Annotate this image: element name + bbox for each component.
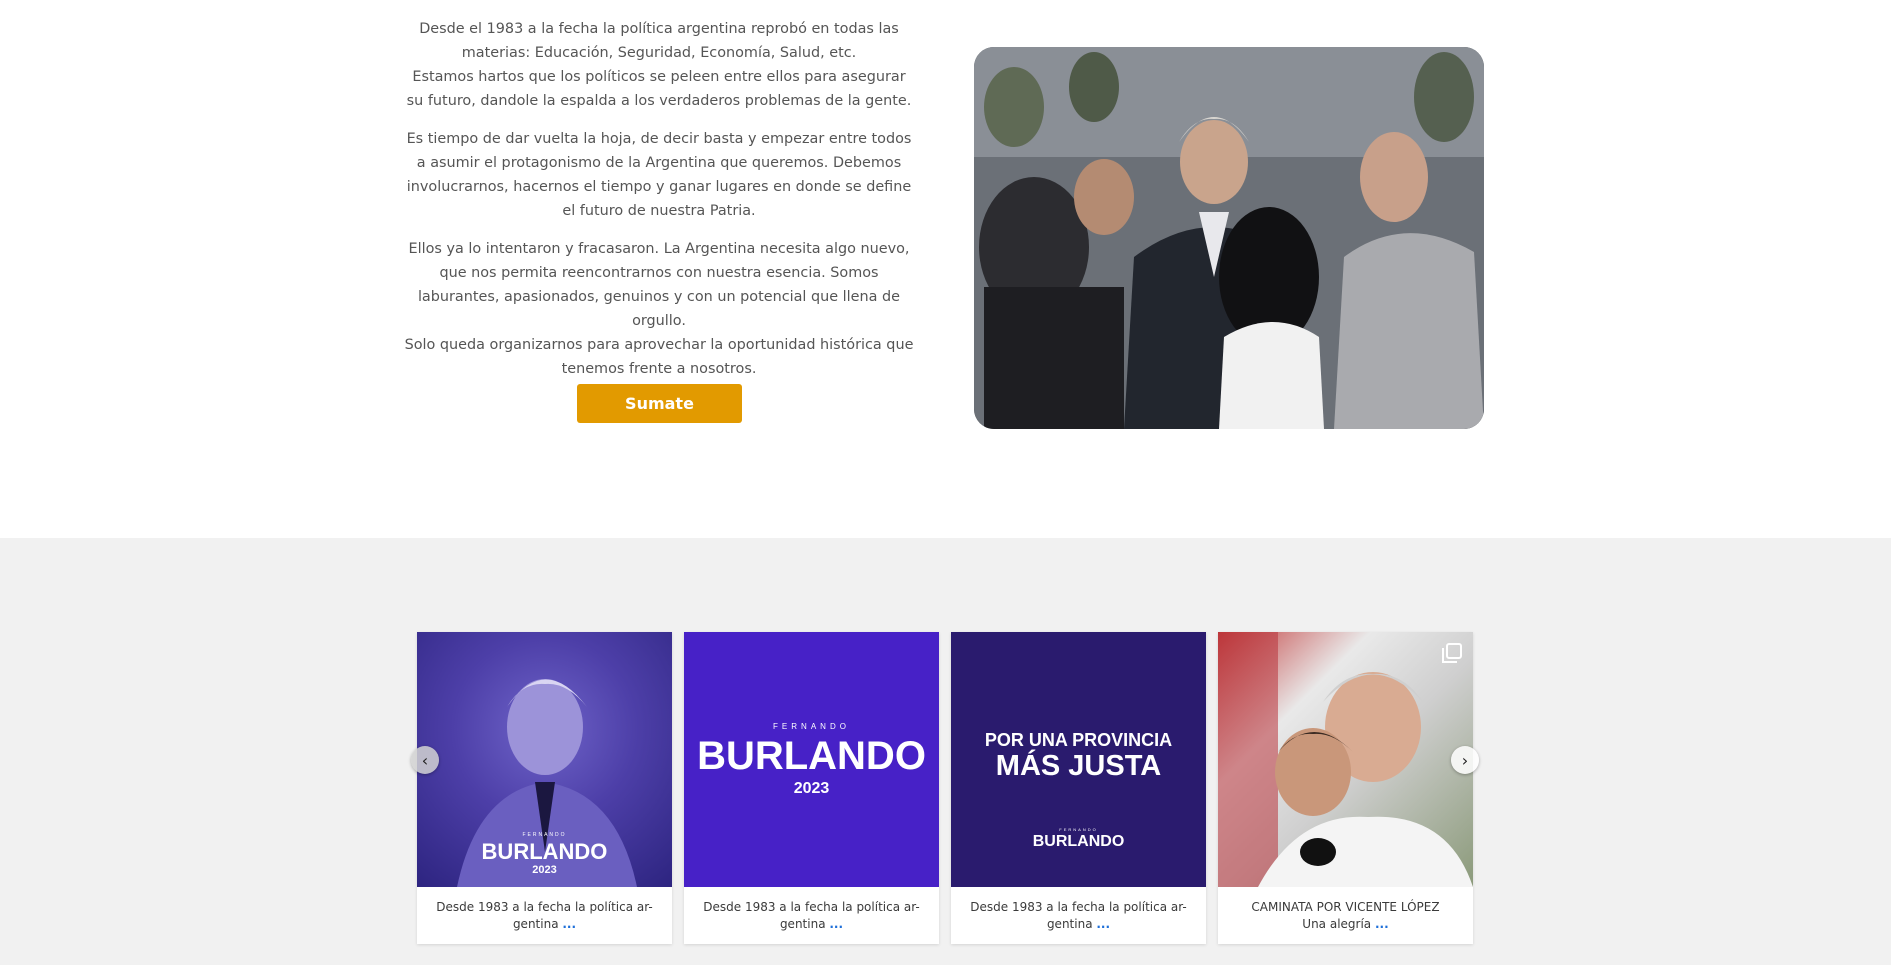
post-caption: Desde 1983 a la fecha la política ar-gen… [417,887,672,944]
intro-text: Desde el 1983 a la fecha la política arg… [404,17,914,395]
more-link[interactable]: ... [829,917,843,931]
headline-line-1: POR UNA PROVINCIA [984,730,1173,750]
intro-paragraph-1: Desde el 1983 a la fecha la política arg… [406,21,912,109]
brand-top-label: FERNANDO [522,832,567,838]
caption-text: Desde 1983 a la fecha la política ar-gen… [703,900,920,931]
post-caption: CAMINATA POR VICENTE LÓPEZ Una alegría .… [1218,887,1473,944]
brand-top-label: FERNANDO [773,722,850,731]
hero-photo [974,47,1484,429]
caption-text: Desde 1983 a la fecha la política ar-gen… [970,900,1187,931]
multiple-images-icon [1442,643,1462,663]
brand-logo: BURLANDO [481,839,608,864]
brand-top-label: FERNANDO [1059,827,1098,832]
chevron-right-icon[interactable]: › [1451,746,1479,774]
intro-section: Desde el 1983 a la fecha la política arg… [0,0,1891,538]
brand-logo: BURLANDO [697,734,926,778]
caption-text: CAMINATA POR VICENTE LÓPEZ Una alegría [1251,900,1440,931]
more-link[interactable]: ... [1096,917,1110,931]
feed-post[interactable]: CAMINATA POR VICENTE LÓPEZ Una alegría .… [1218,632,1473,944]
post-image: FERNANDO BURLANDO 2023 [684,632,939,887]
post-image: FERNANDO BURLANDO 2023 [417,632,672,887]
chevron-left-icon[interactable]: ‹ [411,746,439,774]
feed-post[interactable]: FERNANDO BURLANDO 2023 Desde 1983 a la f… [417,632,672,944]
post-image: POR UNA PROVINCIA MÁS JUSTA FERNANDO BUR… [951,632,1206,887]
intro-paragraph-3: Ellos ya lo intentaron y fracasaron. La … [404,241,914,377]
sumate-button[interactable]: Sumate [577,384,742,423]
brand-logo: BURLANDO [1032,833,1125,850]
headline-line-2: MÁS JUSTA [995,750,1162,782]
brand-year: 2023 [532,864,557,876]
intro-paragraph-2: Es tiempo de dar vuelta la hoja, de deci… [406,131,912,219]
feed-post[interactable]: POR UNA PROVINCIA MÁS JUSTA FERNANDO BUR… [951,632,1206,944]
more-link[interactable]: ... [1375,917,1389,931]
brand-year: 2023 [793,780,830,797]
feed-post[interactable]: FERNANDO BURLANDO 2023 Desde 1983 a la f… [684,632,939,944]
caption-text: Desde 1983 a la fecha la política ar-gen… [436,900,653,931]
post-image [1218,632,1473,887]
instagram-feed: FERNANDO BURLANDO 2023 Desde 1983 a la f… [0,538,1891,965]
more-link[interactable]: ... [562,917,576,931]
post-caption: Desde 1983 a la fecha la política ar-gen… [684,887,939,944]
post-caption: Desde 1983 a la fecha la política ar-gen… [951,887,1206,944]
